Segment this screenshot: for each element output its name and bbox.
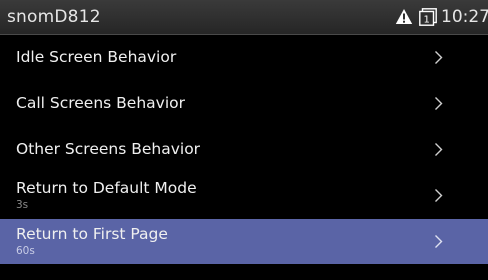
chevron-right-icon: [435, 97, 443, 110]
phone-screen: snomD812 1 10:27 Idle Screen Behavior Ca…: [0, 0, 488, 280]
menu-item-label: Return to First Page: [16, 225, 168, 243]
menu-item-value: 60s: [16, 245, 35, 257]
menu-item-call-screens-behavior[interactable]: Call Screens Behavior: [0, 81, 488, 126]
chevron-right-icon: [435, 143, 443, 156]
settings-menu: Idle Screen Behavior Call Screens Behavi…: [0, 35, 488, 265]
menu-item-label: Idle Screen Behavior: [16, 48, 177, 66]
warning-icon: [395, 9, 413, 24]
menu-item-return-to-first-page[interactable]: Return to First Page 60s: [0, 219, 488, 264]
chevron-right-icon: [435, 235, 443, 248]
chevron-right-icon: [435, 51, 443, 64]
status-bar: snomD812 1 10:27: [0, 0, 488, 35]
clock: 10:27: [441, 7, 488, 27]
chevron-right-icon: [435, 189, 443, 202]
menu-item-value: 3s: [16, 199, 29, 211]
menu-item-label: Call Screens Behavior: [16, 94, 185, 112]
menu-item-label: Return to Default Mode: [16, 179, 197, 197]
line-key-icon: 1: [419, 8, 437, 26]
device-name: snomD812: [7, 7, 101, 27]
menu-item-label: Other Screens Behavior: [16, 140, 201, 158]
menu-item-return-to-default-mode[interactable]: Return to Default Mode 3s: [0, 173, 488, 218]
menu-item-other-screens-behavior[interactable]: Other Screens Behavior: [0, 127, 488, 172]
line-number: 1: [423, 14, 429, 25]
menu-item-idle-screen-behavior[interactable]: Idle Screen Behavior: [0, 35, 488, 80]
